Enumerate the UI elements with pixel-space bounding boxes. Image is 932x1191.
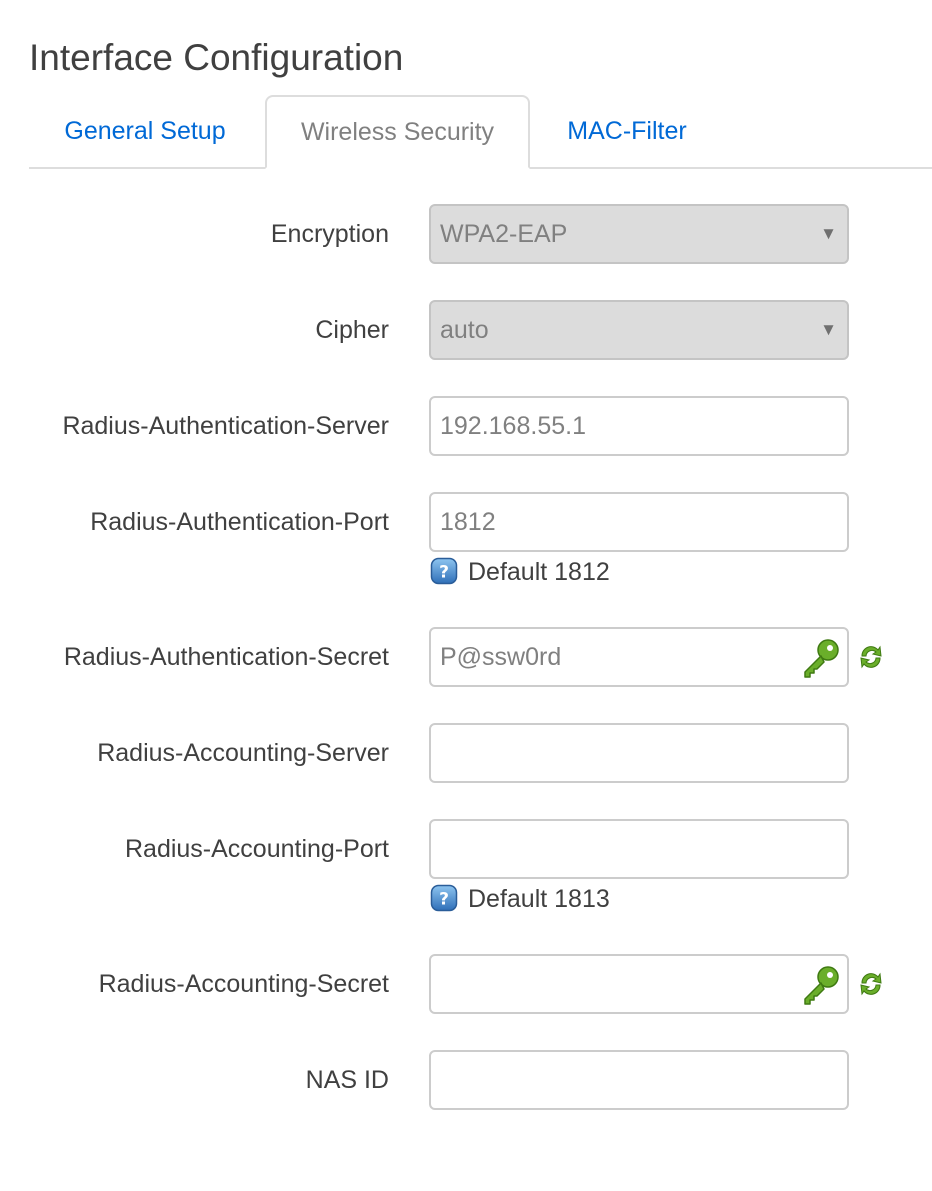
chevron-down-icon: ▼ — [820, 224, 837, 243]
encryption-select[interactable]: WPA2-EAP ▼ — [429, 204, 849, 264]
refresh-icon[interactable] — [858, 642, 884, 672]
cipher-label: Cipher — [315, 316, 389, 344]
acct-server-row: Radius-Accounting-Server — [0, 723, 932, 783]
svg-text:?: ? — [439, 563, 449, 583]
auth-secret-value: P@ssw0rd — [440, 643, 562, 671]
auth-port-hint-text: Default 1812 — [468, 558, 610, 586]
tab-mac-filter[interactable]: MAC-Filter — [535, 96, 719, 166]
tab-wireless-security[interactable]: Wireless Security — [265, 95, 530, 169]
acct-port-input[interactable] — [429, 819, 849, 879]
auth-server-label: Radius-Authentication-Server — [62, 412, 389, 440]
help-icon: ? — [430, 885, 458, 912]
acct-port-label: Radius-Accounting-Port — [124, 835, 389, 863]
chevron-down-icon: ▼ — [820, 320, 837, 339]
auth-port-hint: ? Default 1812 — [430, 557, 610, 587]
help-icon: ? — [430, 558, 458, 585]
encryption-row: Encryption WPA2-EAP ▼ — [0, 204, 932, 264]
encryption-value: WPA2-EAP — [440, 220, 568, 248]
tab-bar: General Setup Wireless Security MAC-Filt… — [29, 95, 932, 169]
acct-server-label: Radius-Accounting-Server — [97, 739, 389, 767]
nas-id-row: NAS ID — [0, 1050, 932, 1110]
cipher-row: Cipher auto ▼ — [0, 300, 932, 360]
acct-port-row: Radius-Accounting-Port — [0, 819, 932, 879]
auth-secret-label: Radius-Authentication-Secret — [63, 643, 389, 671]
auth-secret-input[interactable]: P@ssw0rd — [429, 627, 849, 687]
auth-server-value: 192.168.55.1 — [440, 412, 586, 440]
auth-secret-row: Radius-Authentication-Secret P@ssw0rd — [0, 627, 932, 687]
nas-id-input[interactable] — [429, 1050, 849, 1110]
auth-port-label: Radius-Authentication-Port — [90, 508, 389, 536]
acct-port-hint: ? Default 1813 — [430, 884, 610, 914]
auth-port-input[interactable]: 1812 — [429, 492, 849, 552]
encryption-label: Encryption — [270, 220, 389, 248]
cipher-select[interactable]: auto ▼ — [429, 300, 849, 360]
acct-port-hint-text: Default 1813 — [468, 885, 610, 913]
acct-secret-label: Radius-Accounting-Secret — [98, 970, 389, 998]
nas-id-label: NAS ID — [305, 1066, 389, 1094]
key-icon[interactable] — [799, 637, 841, 679]
page-title: Interface Configuration — [29, 37, 404, 78]
acct-secret-input[interactable] — [429, 954, 849, 1014]
acct-server-input[interactable] — [429, 723, 849, 783]
auth-port-value: 1812 — [440, 508, 496, 536]
refresh-icon[interactable] — [858, 969, 884, 999]
key-icon[interactable] — [799, 964, 841, 1006]
tab-general-setup[interactable]: General Setup — [29, 96, 261, 166]
auth-server-row: Radius-Authentication-Server 192.168.55.… — [0, 396, 932, 456]
auth-port-row: Radius-Authentication-Port 1812 — [0, 492, 932, 552]
cipher-value: auto — [440, 316, 489, 344]
acct-secret-row: Radius-Accounting-Secret — [0, 954, 932, 1014]
auth-server-input[interactable]: 192.168.55.1 — [429, 396, 849, 456]
svg-text:?: ? — [439, 890, 449, 910]
